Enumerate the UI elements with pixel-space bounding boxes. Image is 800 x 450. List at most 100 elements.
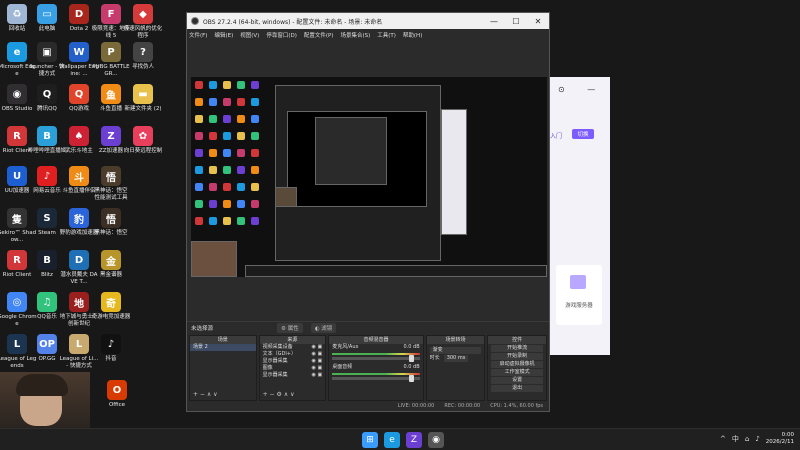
- sources-footer-controls[interactable]: + − ⚙ ∧ ∨: [260, 391, 326, 400]
- preview-thumbnail-icon: [251, 183, 259, 191]
- bgapp-window-controls[interactable]: ⊙ —: [558, 85, 605, 94]
- eye-icon[interactable]: ◉ ▣: [312, 365, 323, 372]
- eye-icon[interactable]: ◉ ▣: [312, 351, 323, 358]
- preview-thumbnail-icon: [237, 132, 245, 140]
- source-item[interactable]: 显示器采集 ◉ ▣: [260, 358, 326, 365]
- desktop-icon[interactable]: 地地下城与勇士：创新世纪: [60, 292, 98, 327]
- source-item[interactable]: 图像 ◉ ▣: [260, 365, 326, 372]
- preview-thumbnail-icon: [237, 149, 245, 157]
- controls-dock[interactable]: 控件 开始推流 开始录制 启动虚拟摄像机 工作室模式 设置 退出: [487, 335, 547, 401]
- desktop-icon-office[interactable]: O Office: [100, 380, 134, 409]
- scenes-dock[interactable]: 场景 场景 2 + − ∧ ∨: [189, 335, 257, 401]
- scenes-footer-controls[interactable]: + − ∧ ∨: [190, 391, 256, 400]
- taskbar-clock[interactable]: 0:00 2026/2/11: [766, 432, 794, 446]
- menu-item[interactable]: 配置文件(P): [304, 31, 334, 39]
- mixer-track-db: 0.0 dB: [403, 364, 420, 370]
- minimize-button[interactable]: —: [483, 17, 505, 26]
- transition-type-select[interactable]: 渐变: [429, 347, 482, 354]
- desktop-icon[interactable]: ◆ 极速风帆的优化程序: [124, 4, 162, 39]
- windows-start-icon[interactable]: ⊞: [362, 432, 378, 448]
- eye-icon[interactable]: ◉ ▣: [312, 358, 323, 365]
- desktop-icon[interactable]: L League of Li... - 快捷方式: [60, 334, 98, 369]
- source-item[interactable]: 文本（GDI+） ◉ ▣: [260, 351, 326, 358]
- desktop-icon[interactable]: 悟黑神话：悟空 性能测试工具: [94, 166, 128, 201]
- obs-menubar: 文件(F) 编辑(E) 视图(V) 停靠窗口(D) 配置文件(P) 场景集合(S) 工具(T…: [187, 29, 549, 41]
- network-icon[interactable]: ⌂: [745, 435, 749, 443]
- control-button[interactable]: 设置: [491, 377, 543, 384]
- desktop-icon[interactable]: ✿ 向日葵远程控制: [124, 126, 162, 155]
- volume-slider[interactable]: [332, 355, 420, 362]
- uu-icon: U: [7, 166, 27, 186]
- menu-item[interactable]: 停靠窗口(D): [266, 31, 297, 39]
- source-item-label: 图像: [262, 365, 273, 371]
- desktop-icon[interactable]: 隻 Sekiro™ Shadow...: [0, 208, 36, 243]
- preview-thumbnail-icon: [251, 132, 259, 140]
- folder-icon: ▬: [133, 84, 153, 104]
- menu-item[interactable]: 文件(F): [189, 31, 207, 39]
- obs-window[interactable]: OBS 27.2.4 (64-bit, windows) - 配置文件: 未命名…: [186, 12, 550, 412]
- preview-thumbnail-icon: [195, 183, 203, 191]
- preview-thumbnail-icon: [209, 98, 217, 106]
- eye-icon[interactable]: ◉ ▣: [312, 344, 323, 351]
- volume-slider-handle[interactable]: [408, 355, 414, 362]
- obs-titlebar[interactable]: OBS 27.2.4 (64-bit, windows) - 配置文件: 未命名…: [187, 13, 549, 29]
- desktop-icon[interactable]: 悟黑神话：悟空: [94, 208, 128, 237]
- desktop-icon[interactable]: ◎ Google Chrome: [0, 292, 37, 327]
- preview-thumbnail-icon: [195, 132, 203, 140]
- preview-thumbnail-icon: [223, 81, 231, 89]
- desktop-icon[interactable]: ▬ 新建文件夹 (2): [124, 84, 162, 113]
- source-item[interactable]: 显示器采集 ◉ ▣: [260, 372, 326, 379]
- desktop-icon[interactable]: D 潜水员戴夫 DAVE T...: [60, 250, 98, 285]
- control-button[interactable]: 退出: [491, 385, 543, 392]
- sources-dock[interactable]: 来源 视频采集设备 ◉ ▣ 文本（GDI+） ◉ ▣ 显示器采集 ◉ ▣ 图像 ◉ ▣ 显示器采…: [258, 335, 327, 401]
- duration-input[interactable]: 300 ms: [443, 355, 469, 362]
- volume-slider[interactable]: [332, 375, 420, 382]
- chevron-up-icon[interactable]: ^: [720, 435, 726, 443]
- desktop-icon[interactable]: 金黑金谱器: [94, 250, 128, 279]
- desktop-icon[interactable]: ♪ 抖音: [94, 334, 128, 363]
- filters-button[interactable]: ◐ 滤镜: [310, 322, 337, 333]
- lol-shortcut-icon: L: [69, 334, 89, 354]
- bgapp-switch-button[interactable]: 切换: [572, 129, 594, 139]
- bilibili-icon: B: [37, 126, 57, 146]
- audio-mixer-dock[interactable]: 音频混音器 麦克风/Aux 0.0 dB 桌面音频 0.0 dB: [328, 335, 424, 401]
- control-button[interactable]: 开始推流: [491, 345, 543, 352]
- source-item[interactable]: 视频采集设备 ◉ ▣: [260, 344, 326, 351]
- menu-item[interactable]: 工具(T): [377, 31, 396, 39]
- douyu-companion-icon: 斗: [69, 166, 89, 186]
- webcam-overlay: [0, 372, 90, 428]
- obs-icon[interactable]: ◉: [428, 432, 444, 448]
- preview-thumbnail-icon: [237, 200, 245, 208]
- close-button[interactable]: ✕: [527, 17, 549, 26]
- preview-thumbnail-icon: [251, 217, 259, 225]
- bgapp-card[interactable]: 游戏服务器: [556, 265, 602, 325]
- menu-item[interactable]: 视图(V): [240, 31, 259, 39]
- volume-icon[interactable]: ♪: [755, 435, 759, 443]
- control-button[interactable]: 工作室模式: [491, 369, 543, 376]
- zz-icon[interactable]: Z: [406, 432, 422, 448]
- maximize-button[interactable]: ☐: [505, 17, 527, 26]
- input-language-indicator[interactable]: 中: [732, 434, 739, 444]
- menu-item[interactable]: 帮助(H): [403, 31, 422, 39]
- transitions-dock[interactable]: 场景转场 渐变 时长 300 ms: [425, 335, 486, 401]
- eye-icon[interactable]: ◉ ▣: [312, 372, 323, 379]
- desktop-icon[interactable]: P PUBG BATTLEGR...: [92, 42, 130, 77]
- control-button[interactable]: 开始录制: [491, 353, 543, 360]
- edge-icon[interactable]: e: [384, 432, 400, 448]
- obs-preview-canvas[interactable]: [191, 77, 547, 277]
- menu-item[interactable]: 场景集合(S): [340, 31, 370, 39]
- desktop-icon-label: 黑金谱器: [99, 272, 122, 278]
- desktop-icon[interactable]: L League of Legends: [0, 334, 36, 369]
- menu-item[interactable]: 编辑(E): [214, 31, 233, 39]
- properties-button[interactable]: ⚙ 属性: [277, 322, 303, 333]
- qiyou-icon: 奇: [101, 292, 121, 312]
- mixer-track-2: 桌面音频 0.0 dB: [329, 364, 422, 382]
- wallpaper-engine-icon: W: [69, 42, 89, 62]
- desktop-icon[interactable]: ? 寻找伪人: [126, 42, 160, 71]
- scene-item[interactable]: 场景 2: [190, 344, 256, 351]
- background-app-window[interactable]: ⊙ — 入门 切换 游戏服务器: [548, 77, 610, 355]
- preview-thumbnail-icon: [223, 200, 231, 208]
- desktop-icon[interactable]: 奇奇游电竞加速器: [92, 292, 130, 321]
- control-button[interactable]: 启动虚拟摄像机: [491, 361, 543, 368]
- volume-slider-handle[interactable]: [408, 375, 414, 382]
